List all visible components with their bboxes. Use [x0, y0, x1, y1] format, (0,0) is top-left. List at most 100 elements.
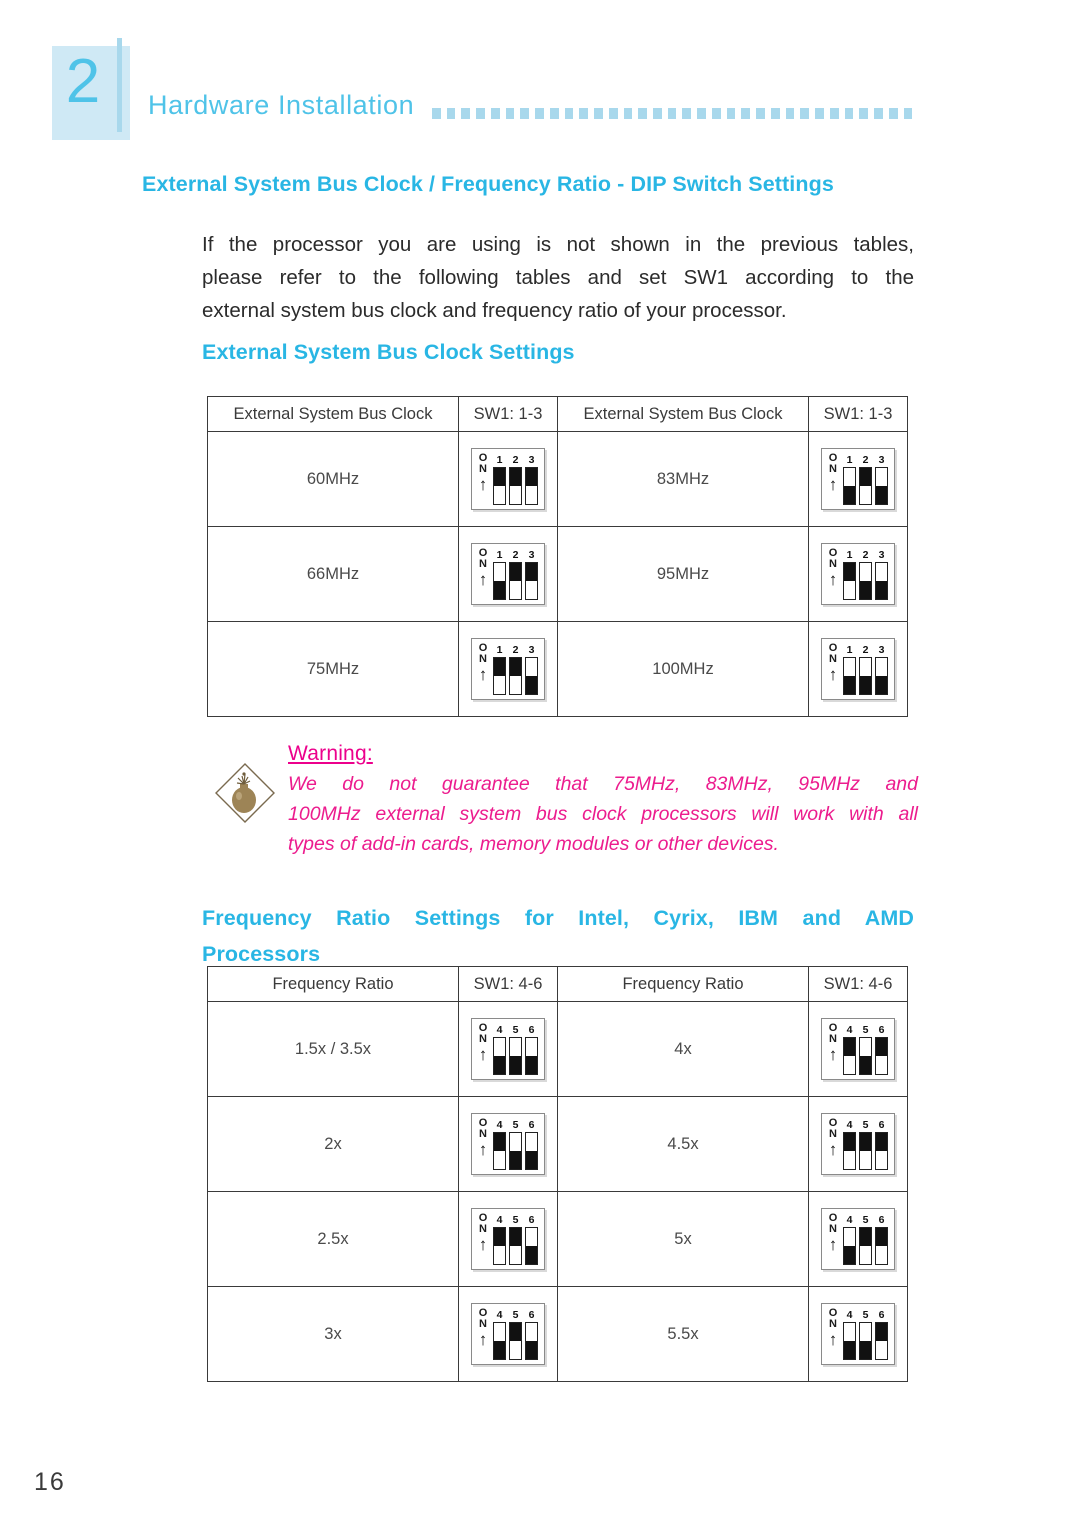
dip-switch-2[interactable]: 2: [859, 453, 872, 505]
dip-switch-cell-left: O N ↑ 1 2 3: [458, 621, 558, 717]
dip-switch-cell-right: O N ↑ 4 5 6: [808, 1286, 908, 1382]
dip-switch-number: 1: [846, 643, 853, 656]
dip-switch-number: 4: [496, 1023, 503, 1036]
dip-switch-2[interactable]: 2: [859, 643, 872, 695]
dip-switch-6[interactable]: 6: [525, 1119, 538, 1170]
dip-switch-6[interactable]: 6: [525, 1023, 538, 1075]
dot-rule-square: [829, 108, 839, 119]
dip-switch-4[interactable]: 4: [843, 1214, 856, 1265]
up-arrow-icon: ↑: [478, 1330, 488, 1349]
dot-rule-square: [432, 108, 441, 119]
dip-switch-number: 5: [862, 1118, 869, 1131]
dip-switch-4[interactable]: 4: [493, 1309, 506, 1360]
dip-switch-5[interactable]: 5: [509, 1308, 522, 1360]
heading-frequency-ratio-settings: Frequency Ratio Settings for Intel, Cyri…: [202, 900, 914, 972]
dip-switch-3[interactable]: 3: [525, 644, 538, 695]
col-header-freq-ratio-right: Frequency Ratio: [557, 966, 809, 1002]
dip-switch-5[interactable]: 5: [859, 1024, 872, 1075]
dip-switch-number: 2: [862, 548, 869, 561]
dip-switch-number: 5: [862, 1308, 869, 1321]
dip-switch-5[interactable]: 5: [859, 1308, 872, 1360]
dip-switch-6[interactable]: 6: [875, 1214, 888, 1265]
dip-switch-3[interactable]: 3: [875, 643, 888, 695]
dip-switch-lever-on: [843, 1131, 856, 1170]
dip-switch-lever-off: [525, 656, 538, 695]
dip-switch-number: 3: [878, 548, 885, 561]
dip-switch-3[interactable]: 3: [525, 549, 538, 600]
dip-on-letter-n: N: [829, 1128, 837, 1140]
dip-switch-2[interactable]: 2: [509, 644, 522, 695]
dip-switch-4[interactable]: 4: [493, 1023, 506, 1075]
col-header-bus-clock-left: External System Bus Clock: [207, 396, 459, 432]
dip-switch-graphic: O N ↑ 4 5 6: [821, 1208, 895, 1270]
dip-switch-6[interactable]: 6: [875, 1308, 888, 1360]
dip-switch-lever-on: [493, 656, 506, 695]
dip-switch-3[interactable]: 3: [875, 548, 888, 600]
intro-line-1: If the processor you are using is not sh…: [202, 233, 914, 256]
dip-switch-5[interactable]: 5: [509, 1024, 522, 1075]
dip-switch-1[interactable]: 1: [843, 454, 856, 505]
row-label-right: 83MHz: [557, 431, 809, 527]
dip-switch-6[interactable]: 6: [525, 1309, 538, 1360]
decorative-dot-rule: [432, 108, 913, 119]
dip-switch-lever-on: [509, 1321, 522, 1360]
dip-on-letter-n: N: [829, 1318, 837, 1330]
dot-rule-square: [726, 108, 736, 119]
dip-switch-6[interactable]: 6: [875, 1119, 888, 1170]
dip-on-legend: O N ↑: [475, 1308, 491, 1360]
dip-switch-4[interactable]: 4: [843, 1309, 856, 1360]
dip-switch-lever-on: [859, 1226, 872, 1265]
dip-switch-graphic: O N ↑ 4 5 6: [821, 1303, 895, 1365]
intro-line-3: external system bus clock and frequency …: [202, 299, 787, 322]
intro-paragraph: If the processor you are using is not sh…: [202, 228, 914, 327]
row-label-right: 100MHz: [557, 621, 809, 717]
heading-dip-switch-settings: External System Bus Clock / Frequency Ra…: [142, 172, 834, 196]
dip-switch-2[interactable]: 2: [509, 549, 522, 600]
dip-switch-number: 3: [878, 643, 885, 656]
up-arrow-icon: ↑: [478, 570, 488, 589]
dip-switch-1[interactable]: 1: [493, 454, 506, 505]
dot-rule-square: [903, 108, 913, 119]
dip-switch-4[interactable]: 4: [493, 1214, 506, 1265]
dip-switch-number: 2: [862, 453, 869, 466]
dip-switch-cell-right: O N ↑ 1 2 3: [808, 621, 908, 717]
dip-switch-4[interactable]: 4: [843, 1024, 856, 1075]
dip-switch-5[interactable]: 5: [859, 1214, 872, 1265]
dip-switch-6[interactable]: 6: [875, 1024, 888, 1075]
dip-switch-number: 6: [528, 1023, 535, 1036]
page-number: 16: [34, 1468, 66, 1496]
up-arrow-icon: ↑: [478, 1045, 488, 1064]
dip-switch-1[interactable]: 1: [493, 549, 506, 600]
dot-rule-square: [608, 108, 618, 119]
dip-switch-lever-on: [509, 656, 522, 695]
dip-switch-row: 123: [843, 644, 888, 695]
dip-switch-1[interactable]: 1: [843, 548, 856, 600]
dip-on-legend: O N ↑: [825, 643, 841, 695]
dip-switch-3[interactable]: 3: [875, 454, 888, 505]
dot-rule-square: [476, 108, 485, 119]
dip-switch-lever-off: [525, 1036, 538, 1075]
dip-switch-number: 1: [846, 548, 853, 561]
row-label-left: 75MHz: [207, 621, 459, 717]
dip-switch-number: 6: [878, 1308, 885, 1321]
dip-switch-5[interactable]: 5: [509, 1119, 522, 1170]
dip-switch-graphic: O N ↑ 4 5 6: [471, 1208, 545, 1270]
dip-switch-5[interactable]: 5: [859, 1118, 872, 1170]
dip-switch-row: 456: [493, 1119, 538, 1170]
dip-switch-4[interactable]: 4: [843, 1119, 856, 1170]
dip-switch-row: 456: [493, 1024, 538, 1075]
dip-switch-1[interactable]: 1: [843, 643, 856, 695]
dip-switch-number: 1: [496, 643, 503, 656]
dip-switch-number: 5: [512, 1308, 519, 1321]
dip-switch-4[interactable]: 4: [493, 1119, 506, 1170]
dip-switch-5[interactable]: 5: [509, 1214, 522, 1265]
dip-switch-2[interactable]: 2: [859, 548, 872, 600]
row-label-left: 2x: [207, 1096, 459, 1192]
dip-switch-lever-on: [875, 1226, 888, 1265]
dip-switch-3[interactable]: 3: [525, 454, 538, 505]
dip-switch-6[interactable]: 6: [525, 1214, 538, 1265]
dip-switch-2[interactable]: 2: [509, 454, 522, 505]
dip-switch-row: 123: [843, 454, 888, 505]
dip-switch-number: 2: [862, 643, 869, 656]
dip-switch-1[interactable]: 1: [493, 643, 506, 695]
